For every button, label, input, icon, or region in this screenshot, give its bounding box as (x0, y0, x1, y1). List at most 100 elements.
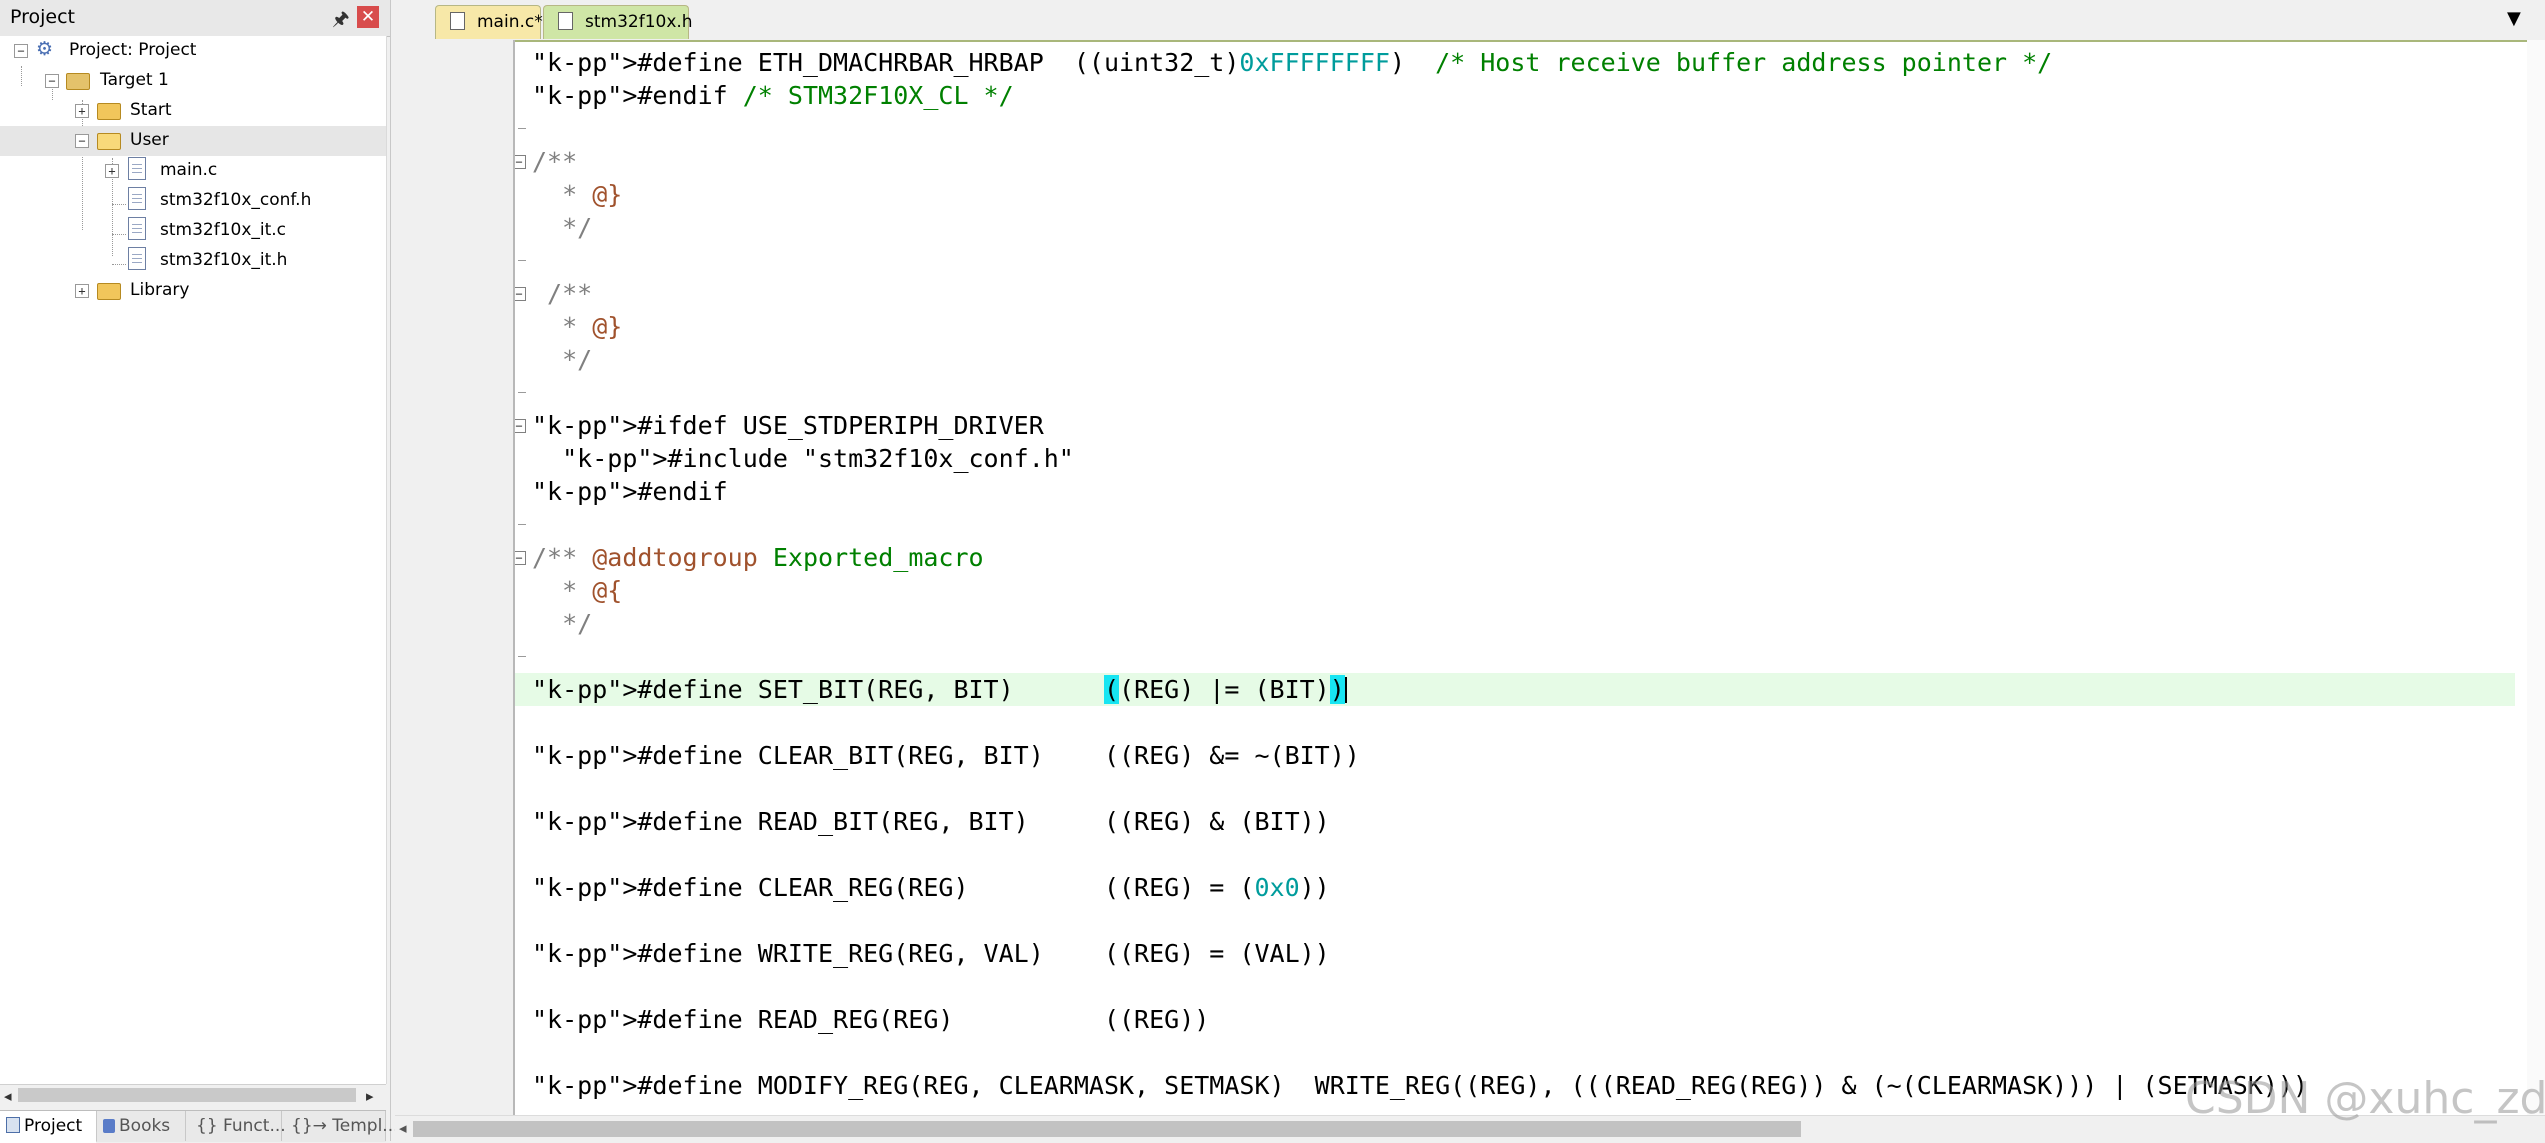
tab-stm32f10x-h[interactable]: stm32f10x.h (543, 5, 693, 39)
expand-toggle-icon[interactable]: + (75, 104, 89, 118)
code-line[interactable]: 8286"k-pp">#endif /* STM32F10X_CL */ (515, 79, 2515, 112)
tree-item-label: Project: Project (69, 40, 197, 60)
code-line[interactable]: 8295 (515, 376, 2515, 409)
scroll-right-icon[interactable]: ▸ (366, 1087, 374, 1105)
line-number-gutter (395, 40, 515, 1115)
code-line[interactable]: 8296−"k-pp">#ifdef USE_STDPERIPH_DRIVER (515, 409, 2515, 442)
tree-item-stm32f10x-it-h[interactable]: stm32f10x_it.h (0, 246, 386, 276)
code-text: "k-pp">#define WRITE_REG(REG, VAL) ((REG… (532, 939, 1330, 968)
fold-toggle-icon[interactable]: − (515, 419, 526, 433)
code-line[interactable]: 8299 (515, 508, 2515, 541)
tab-functions[interactable]: {} Funct... (186, 1111, 286, 1141)
code-text: */ (532, 345, 593, 374)
code-line[interactable]: 8303 (515, 640, 2515, 673)
code-line[interactable]: 8294 */ (515, 343, 2515, 376)
tree-item-user[interactable]: − User (0, 126, 386, 156)
code-text: * @} (532, 180, 623, 209)
fold-toggle-icon[interactable]: − (515, 287, 526, 301)
project-panel-tabs: Project Books {} Funct... {}→ Templ... (0, 1110, 399, 1143)
code-line[interactable]: 8309 (515, 838, 2515, 871)
watermark: CSDN @xuhc_zd (2185, 1073, 2545, 1124)
editor-tab-bar: main.c* stm32f10x.h ▼ (395, 0, 2545, 42)
project-panel-horizontal-scrollbar[interactable]: ◂ ▸ (0, 1084, 386, 1107)
tree-item-stm32f10x-conf-h[interactable]: stm32f10x_conf.h (0, 186, 386, 216)
code-line[interactable]: 8315 (515, 1036, 2515, 1069)
project-root-icon: ⚙ (36, 38, 54, 60)
scrollbar-thumb[interactable] (413, 1121, 1801, 1137)
project-tree: − ⚙ Project: Project − Target 1 + Start … (0, 36, 387, 1084)
tab-label: main.c* (477, 12, 543, 32)
folder-open-icon (97, 133, 121, 150)
tree-item-label: User (130, 130, 169, 150)
code-line[interactable]: 8302 */ (515, 607, 2515, 640)
scroll-left-icon[interactable]: ◂ (4, 1087, 12, 1105)
code-line[interactable]: 8297 "k-pp">#include "stm32f10x_conf.h" (515, 442, 2515, 475)
collapse-toggle-icon[interactable]: − (75, 134, 89, 148)
code-line[interactable]: 8301 * @{ (515, 574, 2515, 607)
code-line[interactable]: 8285"k-pp">#define ETH_DMACHRBAR_HRBAP (… (515, 46, 2515, 79)
code-text: /** @addtogroup Exported_macro (532, 543, 984, 572)
tab-books[interactable]: Books (97, 1111, 186, 1141)
scrollbar-thumb[interactable] (18, 1088, 356, 1102)
code-text: /** (532, 147, 578, 176)
project-tab-icon (6, 1117, 20, 1133)
close-icon[interactable]: ✕ (357, 6, 379, 28)
code-line[interactable]: 8287 (515, 112, 2515, 145)
tree-item-target[interactable]: − Target 1 (0, 66, 386, 96)
code-line[interactable]: 8300−/** @addtogroup Exported_macro (515, 541, 2515, 574)
code-line[interactable]: 8291 (515, 244, 2515, 277)
code-text: "k-pp">#define CLEAR_REG(REG) ((REG) = (… (532, 873, 1330, 902)
code-line[interactable]: 8308"k-pp">#define READ_BIT(REG, BIT) ((… (515, 805, 2515, 838)
tab-main-c[interactable]: main.c* (435, 5, 543, 39)
project-panel: Project 🖈 ✕ − ⚙ Project: Project − Targe… (0, 0, 399, 1143)
code-line[interactable]: 8293 * @} (515, 310, 2515, 343)
fold-end-marker (518, 524, 526, 525)
code-line[interactable]: 8313 (515, 970, 2515, 1003)
collapse-toggle-icon[interactable]: − (14, 44, 28, 58)
tab-label: {} Funct... (196, 1116, 286, 1136)
code-text: */ (532, 609, 593, 638)
file-icon (558, 12, 573, 30)
code-line[interactable]: 8312"k-pp">#define WRITE_REG(REG, VAL) (… (515, 937, 2515, 970)
expand-toggle-icon[interactable]: + (105, 164, 119, 178)
collapse-toggle-icon[interactable]: − (45, 74, 59, 88)
tree-item-library[interactable]: + Library (0, 276, 386, 306)
code-line[interactable]: 8304"k-pp">#define SET_BIT(REG, BIT) ((R… (515, 673, 2515, 706)
code-line[interactable]: 8311 (515, 904, 2515, 937)
code-line[interactable]: 8305 (515, 706, 2515, 739)
code-line[interactable]: 8314"k-pp">#define READ_REG(REG) ((REG)) (515, 1003, 2515, 1036)
scroll-left-icon[interactable]: ◂ (399, 1119, 407, 1137)
chevron-down-icon[interactable]: ▼ (2507, 8, 2521, 29)
vertical-scrollbar[interactable] (2527, 40, 2545, 1115)
tab-project[interactable]: Project (0, 1111, 97, 1143)
expand-toggle-icon[interactable]: + (75, 284, 89, 298)
tab-templates[interactable]: {}→ Templ... (283, 1111, 399, 1141)
fold-end-marker (518, 128, 526, 129)
code-line[interactable]: 8307 (515, 772, 2515, 805)
tree-item-start[interactable]: + Start (0, 96, 386, 126)
pin-icon[interactable]: 🖈 (332, 5, 350, 37)
code-text: "k-pp">#include "stm32f10x_conf.h" (562, 444, 1074, 473)
code-line[interactable]: 8292− /** (515, 277, 2515, 310)
code-line[interactable]: 8288−/** (515, 145, 2515, 178)
tree-item-label: Start (130, 100, 172, 120)
fold-toggle-icon[interactable]: − (515, 155, 526, 169)
code-text: "k-pp">#endif (532, 477, 728, 506)
fold-end-marker (518, 392, 526, 393)
code-line[interactable]: 8289 * @} (515, 178, 2515, 211)
tree-item-project-root[interactable]: − ⚙ Project: Project (0, 36, 386, 66)
fold-toggle-icon[interactable]: − (515, 551, 526, 565)
tree-item-stm32f10x-it-c[interactable]: stm32f10x_it.c (0, 216, 386, 246)
code-line[interactable]: 8310"k-pp">#define CLEAR_REG(REG) ((REG)… (515, 871, 2515, 904)
tab-label: {}→ Templ... (291, 1116, 399, 1136)
code-line[interactable]: 8298"k-pp">#endif (515, 475, 2515, 508)
folder-icon (97, 283, 121, 300)
code-view[interactable]: 8285"k-pp">#define ETH_DMACHRBAR_HRBAP (… (515, 40, 2527, 1115)
file-icon (128, 217, 146, 240)
file-icon (128, 157, 146, 180)
tree-item-label: stm32f10x_it.h (160, 250, 288, 270)
code-line[interactable]: 8306"k-pp">#define CLEAR_BIT(REG, BIT) (… (515, 739, 2515, 772)
code-line[interactable]: 8290 */ (515, 211, 2515, 244)
tree-item-main-c[interactable]: + main.c (0, 156, 386, 186)
tree-item-label: Library (130, 280, 190, 300)
